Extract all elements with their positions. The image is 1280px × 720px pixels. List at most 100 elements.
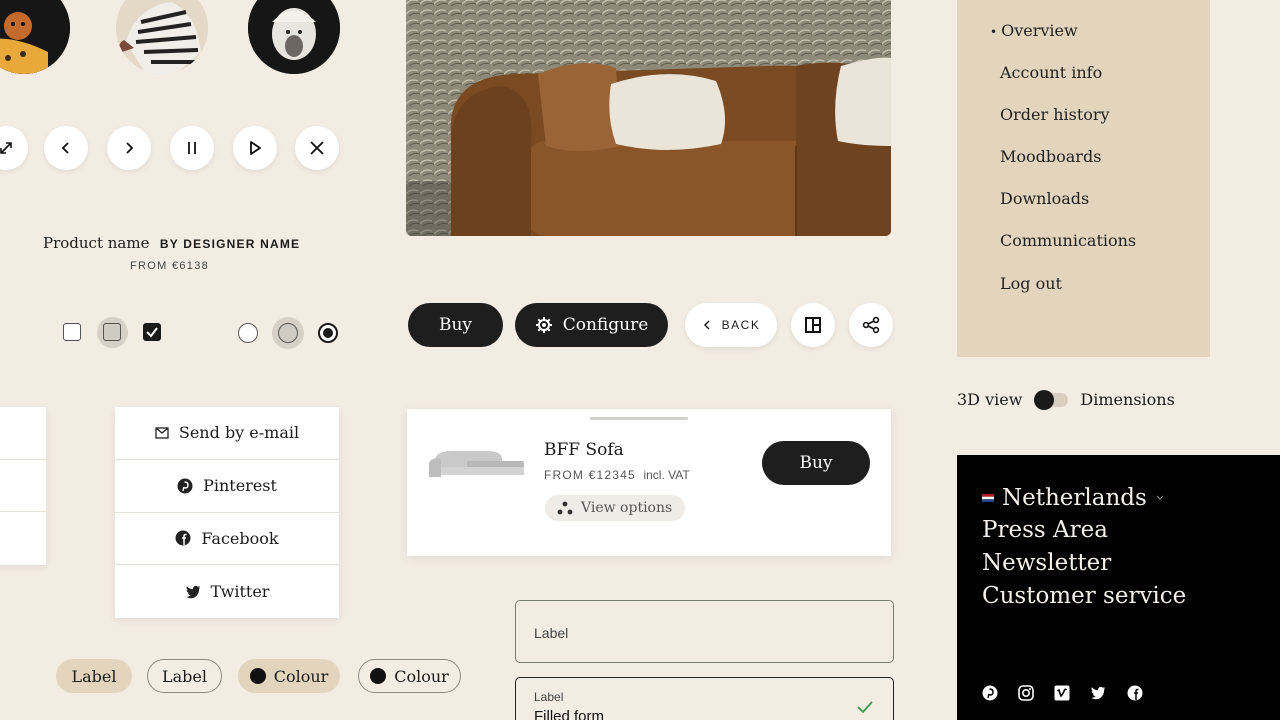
list-item[interactable] xyxy=(0,512,46,565)
leopard-illustration xyxy=(0,0,70,74)
fullscreen-button[interactable] xyxy=(0,126,28,170)
mail-icon xyxy=(155,427,169,439)
checkbox-unchecked[interactable] xyxy=(63,323,81,341)
menu-item-log-out[interactable]: Log out xyxy=(1000,274,1062,293)
radio-selected[interactable] xyxy=(318,323,338,343)
configure-button[interactable]: Configure xyxy=(515,303,668,347)
country-label: Netherlands xyxy=(1002,485,1147,511)
product-card-vat: incl. VAT xyxy=(643,468,690,482)
chevron-right-icon xyxy=(126,142,134,154)
next-button[interactable] xyxy=(107,126,151,170)
buy-button-label: Buy xyxy=(799,453,833,473)
radio-dot xyxy=(323,328,333,338)
avatar-zebra[interactable] xyxy=(116,0,208,74)
menu-item-downloads[interactable]: Downloads xyxy=(1000,189,1089,208)
product-card-price-line: FROM €12345 incl. VAT xyxy=(544,468,690,482)
empty-form-field[interactable]: Label xyxy=(515,600,894,663)
close-button[interactable] xyxy=(295,126,339,170)
share-item-label: Pinterest xyxy=(203,476,277,496)
back-button[interactable]: BACK xyxy=(685,303,777,347)
toggle-right-label: Dimensions xyxy=(1080,390,1175,409)
back-button-label: BACK xyxy=(721,318,761,332)
play-button[interactable] xyxy=(233,126,277,170)
footer-link-newsletter[interactable]: Newsletter xyxy=(982,550,1111,576)
share-email-item[interactable]: Send by e-mail xyxy=(115,407,339,460)
chip-label-outlined[interactable]: Label xyxy=(147,659,222,693)
product-name: Product name xyxy=(43,234,150,252)
view-toggle-switch[interactable] xyxy=(1034,389,1069,410)
share-icon xyxy=(862,316,880,334)
product-title: Product name BY DESIGNER NAME xyxy=(43,234,300,253)
layout-grid-icon xyxy=(805,317,821,333)
toggle-left-label: 3D view xyxy=(957,390,1023,409)
menu-item-moodboards[interactable]: Moodboards xyxy=(1000,147,1101,166)
netherlands-flag-icon xyxy=(982,494,994,502)
vimeo-icon[interactable] xyxy=(1054,685,1070,701)
drag-handle[interactable] xyxy=(590,417,688,420)
footer-link-customer-service[interactable]: Customer service xyxy=(982,583,1186,609)
twitter-icon xyxy=(185,585,200,598)
share-item-label: Facebook xyxy=(201,528,279,548)
sofa-product-image xyxy=(406,0,891,236)
pinterest-icon[interactable] xyxy=(982,685,998,701)
twitter-icon[interactable] xyxy=(1090,685,1106,701)
pinterest-icon xyxy=(177,478,193,494)
list-item[interactable] xyxy=(0,460,46,513)
view-options-button[interactable]: View options xyxy=(545,495,685,521)
footer-link-press-area[interactable]: Press Area xyxy=(982,517,1108,543)
list-item[interactable] xyxy=(0,407,46,460)
chip-colour-filled[interactable]: Colour xyxy=(238,659,340,693)
avatar-leopard[interactable] xyxy=(0,0,70,74)
account-menu: • Overview Account info Order history Moo… xyxy=(957,0,1210,357)
check-icon xyxy=(146,327,158,338)
menu-item-account-info[interactable]: Account info xyxy=(1000,63,1102,82)
checkbox-hover[interactable] xyxy=(103,323,121,341)
menu-item-overview[interactable]: • Overview xyxy=(990,21,1078,40)
chip-label: Label xyxy=(162,666,207,686)
chevron-down-icon xyxy=(1156,495,1164,500)
country-selector[interactable]: Netherlands xyxy=(982,485,1165,511)
configure-button-label: Configure xyxy=(562,315,649,335)
share-facebook-item[interactable]: Facebook xyxy=(115,513,339,566)
chip-label: Colour xyxy=(394,666,449,686)
active-bullet-icon: • xyxy=(990,25,998,39)
product-designer: BY DESIGNER NAME xyxy=(159,237,301,251)
radio-hover[interactable] xyxy=(278,323,298,343)
chip-label: Colour xyxy=(273,666,329,686)
colour-swatch xyxy=(370,668,387,684)
valid-check-icon xyxy=(857,701,873,714)
layout-button[interactable] xyxy=(791,303,835,347)
avatar-monkey[interactable] xyxy=(248,0,340,74)
facebook-icon[interactable] xyxy=(1127,685,1143,701)
buy-button[interactable]: Buy xyxy=(408,303,503,347)
field-value: Filled form xyxy=(534,708,605,720)
chevron-left-icon xyxy=(703,320,710,330)
share-twitter-item[interactable]: Twitter xyxy=(115,565,339,618)
menu-item-order-history[interactable]: Order history xyxy=(1000,105,1110,124)
filled-form-field[interactable]: Label Filled form xyxy=(515,677,894,720)
radio-unselected[interactable] xyxy=(238,323,258,343)
instagram-icon[interactable] xyxy=(1018,685,1034,701)
share-pinterest-item[interactable]: Pinterest xyxy=(115,460,339,513)
sofa-thumbnail xyxy=(429,451,524,477)
share-item-label: Send by e-mail xyxy=(178,423,300,443)
buy-button-label: Buy xyxy=(438,315,473,335)
gear-icon xyxy=(535,317,552,333)
chip-colour-outlined[interactable]: Colour xyxy=(358,659,461,693)
product-price: FROM €6138 xyxy=(130,260,210,272)
share-item-label: Twitter xyxy=(210,582,270,602)
chip-label-filled[interactable]: Label xyxy=(56,659,132,693)
expand-icon xyxy=(0,142,12,154)
toggle-knob xyxy=(1034,389,1055,410)
product-card-buy-button[interactable]: Buy xyxy=(762,441,870,485)
partial-list-card xyxy=(0,407,46,565)
zebra-illustration xyxy=(116,0,208,74)
pause-button[interactable] xyxy=(170,126,214,170)
product-card: BFF Sofa FROM €12345 incl. VAT View opti… xyxy=(407,409,891,556)
previous-button[interactable] xyxy=(44,126,88,170)
menu-item-communications[interactable]: Communications xyxy=(1000,231,1136,250)
share-button[interactable] xyxy=(849,303,893,347)
pause-icon xyxy=(188,142,196,154)
checkbox-checked[interactable] xyxy=(143,323,161,341)
play-icon xyxy=(250,141,261,155)
